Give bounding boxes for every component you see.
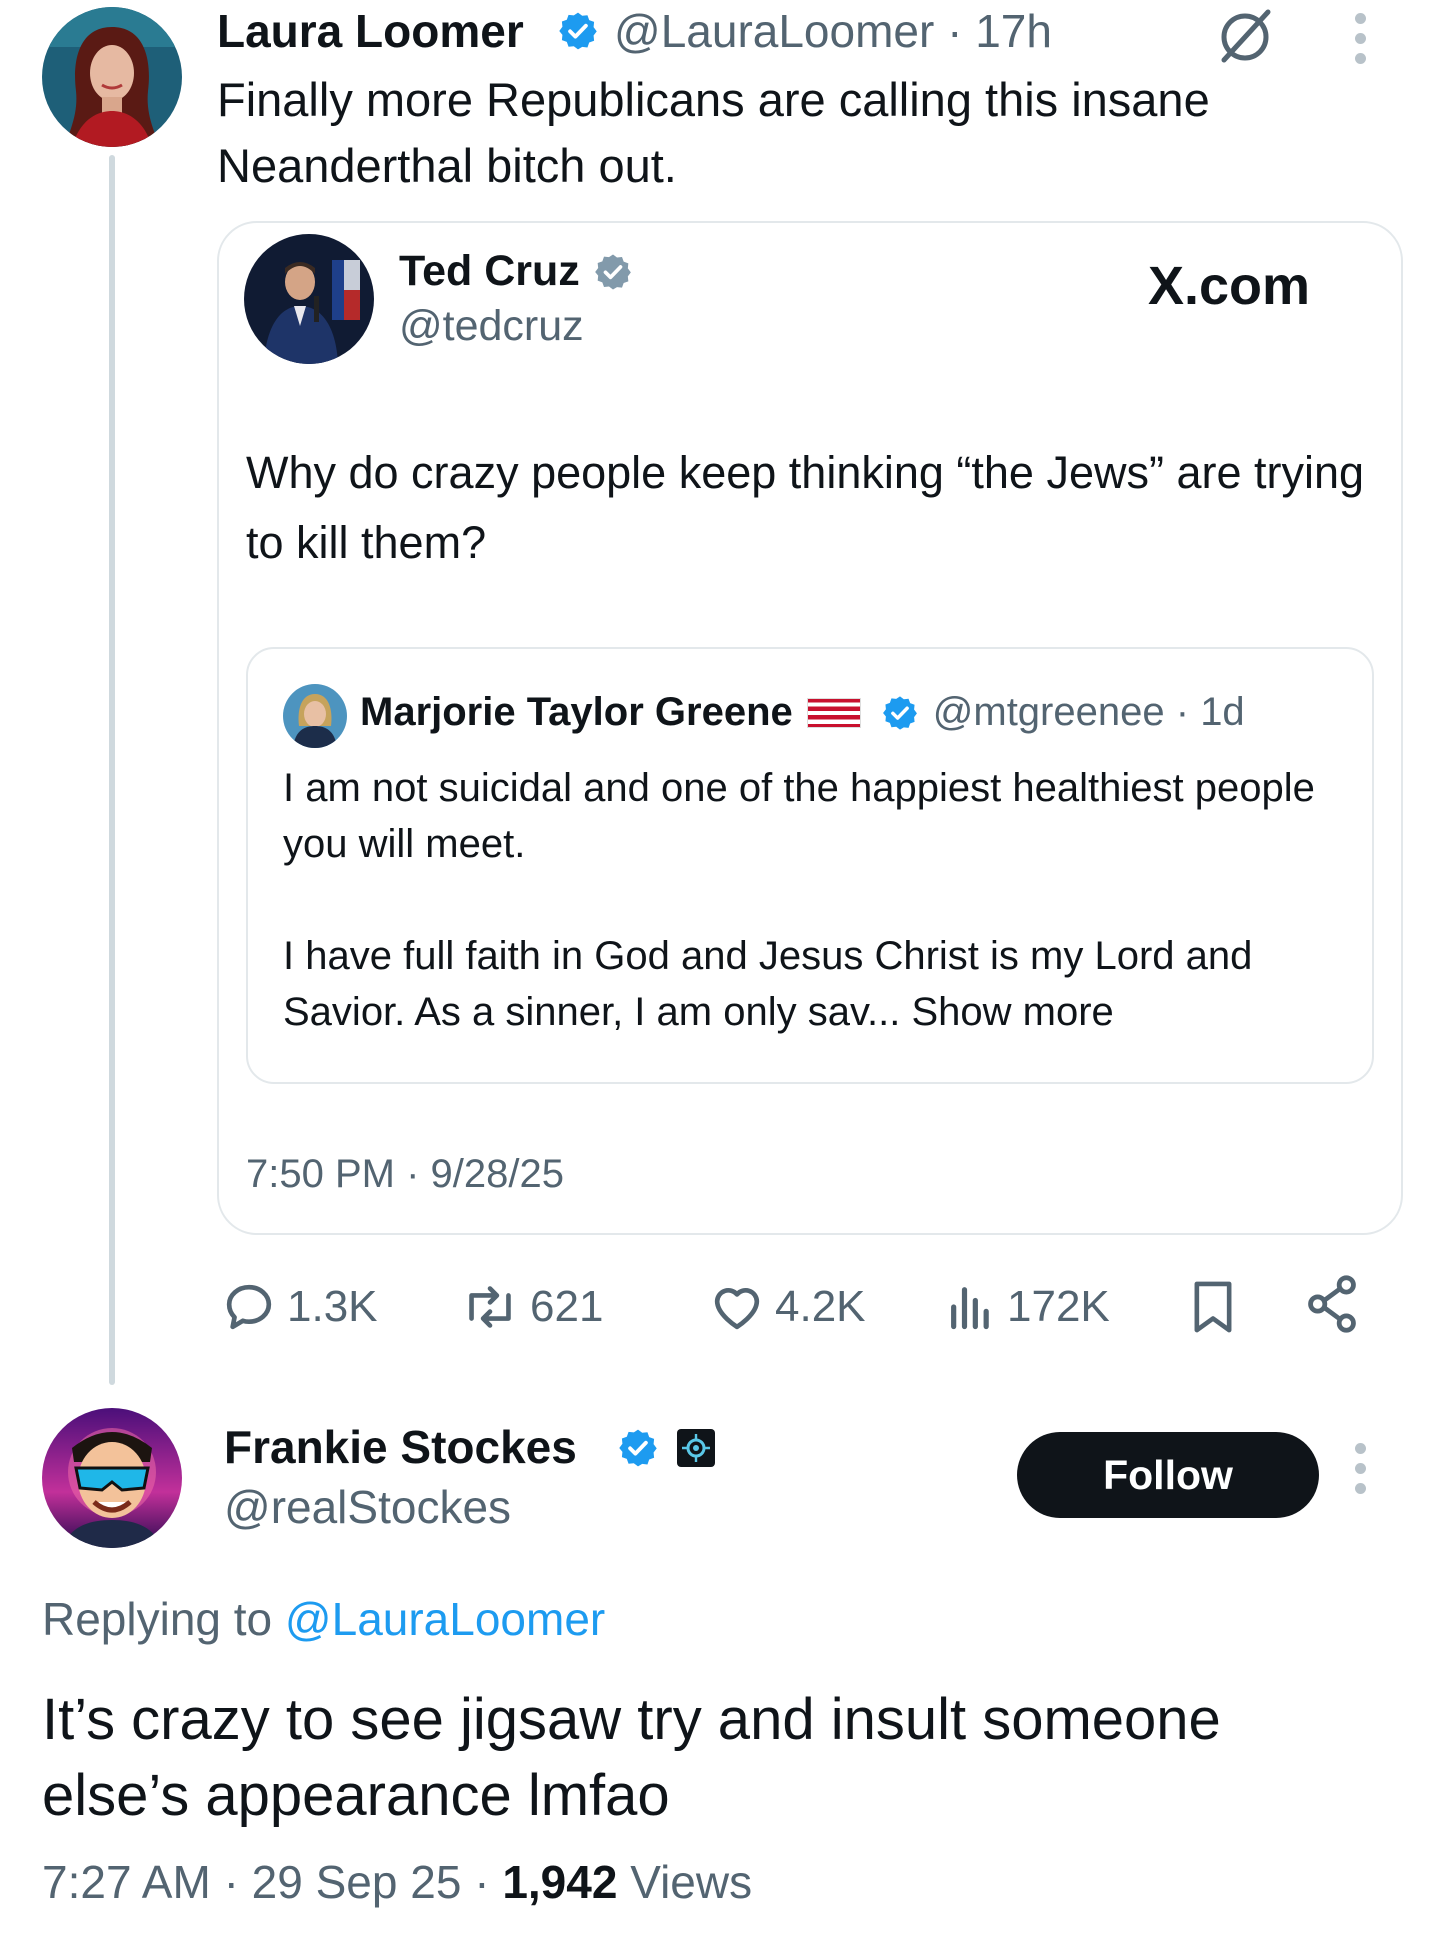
thread-connector-line: [109, 155, 115, 1385]
mtg-avatar: [283, 684, 347, 748]
analytics-icon: [951, 1287, 989, 1330]
reply-author-handle[interactable]: @realStockes: [224, 1480, 511, 1534]
like-count: 4.2K: [775, 1282, 866, 1331]
repost-button[interactable]: 621: [460, 1277, 603, 1337]
reply-time[interactable]: 7:27 AM: [42, 1856, 211, 1908]
reply-icon: [226, 1284, 272, 1330]
repost-count: 621: [530, 1282, 604, 1331]
reply-views-count: 1,942: [502, 1856, 618, 1908]
x-brand-label: X.com: [1148, 256, 1311, 316]
share-icon[interactable]: [1302, 1273, 1362, 1335]
reply-button[interactable]: 1.3K: [221, 1277, 378, 1337]
inner-handle-text: @mtgreenee: [932, 690, 1165, 734]
views-button[interactable]: 172K: [945, 1277, 1110, 1337]
bookmark-icon[interactable]: [1185, 1277, 1241, 1337]
verified-badge-icon: [557, 10, 599, 52]
parent-author-handle[interactable]: @LauraLoomer · 17h: [614, 4, 1052, 58]
reply-more-options-icon[interactable]: [1355, 1443, 1367, 1503]
reply-verified-badge-icon: [617, 1427, 659, 1469]
quoted-timestamp: 7:50 PM · 9/28/25: [246, 1152, 564, 1196]
parent-author-name[interactable]: Laura Loomer: [217, 4, 524, 58]
heart-icon: [714, 1288, 760, 1330]
inner-quote-paragraph-1: I am not suicidal and one of the happies…: [283, 766, 1315, 866]
inner-time: 1d: [1200, 690, 1245, 734]
repost-icon: [469, 1286, 511, 1328]
meta-separator-1: ·: [223, 1856, 239, 1908]
inner-separator-dot: ·: [1175, 690, 1190, 734]
affiliate-badge-icon: [676, 1428, 716, 1468]
laura-loomer-avatar[interactable]: [42, 7, 182, 147]
parent-handle-text: @LauraLoomer: [614, 5, 935, 57]
inner-quote-paragraph-2: I have full faith in God and Jesus Chris…: [283, 928, 1353, 1040]
inner-author-handle: @mtgreenee · 1d: [933, 690, 1245, 735]
reply-author-name[interactable]: Frankie Stockes: [224, 1420, 577, 1474]
gray-verified-badge-icon: [593, 252, 633, 292]
quoted-tweet-text: Why do crazy people keep thinking “the J…: [246, 447, 1365, 568]
reply-tweet-text: It’s crazy to see jigsaw try and insult …: [42, 1687, 1221, 1828]
parent-time: 17h: [975, 5, 1052, 57]
meta-separator-2: ·: [474, 1856, 490, 1908]
more-options-icon[interactable]: [1355, 13, 1367, 73]
follow-button[interactable]: Follow: [1017, 1432, 1319, 1518]
reply-count: 1.3K: [287, 1282, 378, 1331]
replying-to-line: Replying to @LauraLoomer: [42, 1592, 605, 1646]
inner-quote-header: Marjorie Taylor Greene 🇺🇸 @mtgreenee · 1…: [360, 690, 1245, 735]
quoted-author-name: Ted Cruz: [399, 247, 580, 295]
show-more-link: Show more: [911, 990, 1114, 1034]
like-button[interactable]: 4.2K: [709, 1277, 866, 1337]
reply-date[interactable]: 29 Sep 25: [252, 1856, 462, 1908]
quoted-author-handle: @tedcruz: [399, 302, 584, 350]
views-count: 172K: [1007, 1282, 1110, 1331]
frankie-stockes-avatar[interactable]: [42, 1408, 182, 1548]
separator-dot: ·: [947, 5, 963, 57]
ted-cruz-avatar: [244, 234, 374, 364]
replying-to-handle-link[interactable]: @LauraLoomer: [285, 1593, 605, 1645]
us-flag-icon: 🇺🇸: [806, 697, 861, 728]
grok-icon[interactable]: [1212, 4, 1278, 70]
reply-views-label: Views: [630, 1856, 753, 1908]
parent-tweet-text: Finally more Republicans are calling thi…: [217, 73, 1210, 192]
inner-author-name: Marjorie Taylor Greene: [360, 690, 793, 734]
reply-meta-line: 7:27 AM · 29 Sep 25 · 1,942 Views: [42, 1855, 752, 1909]
inner-verified-badge-icon: [881, 694, 919, 732]
replying-to-prefix: Replying to: [42, 1593, 273, 1645]
